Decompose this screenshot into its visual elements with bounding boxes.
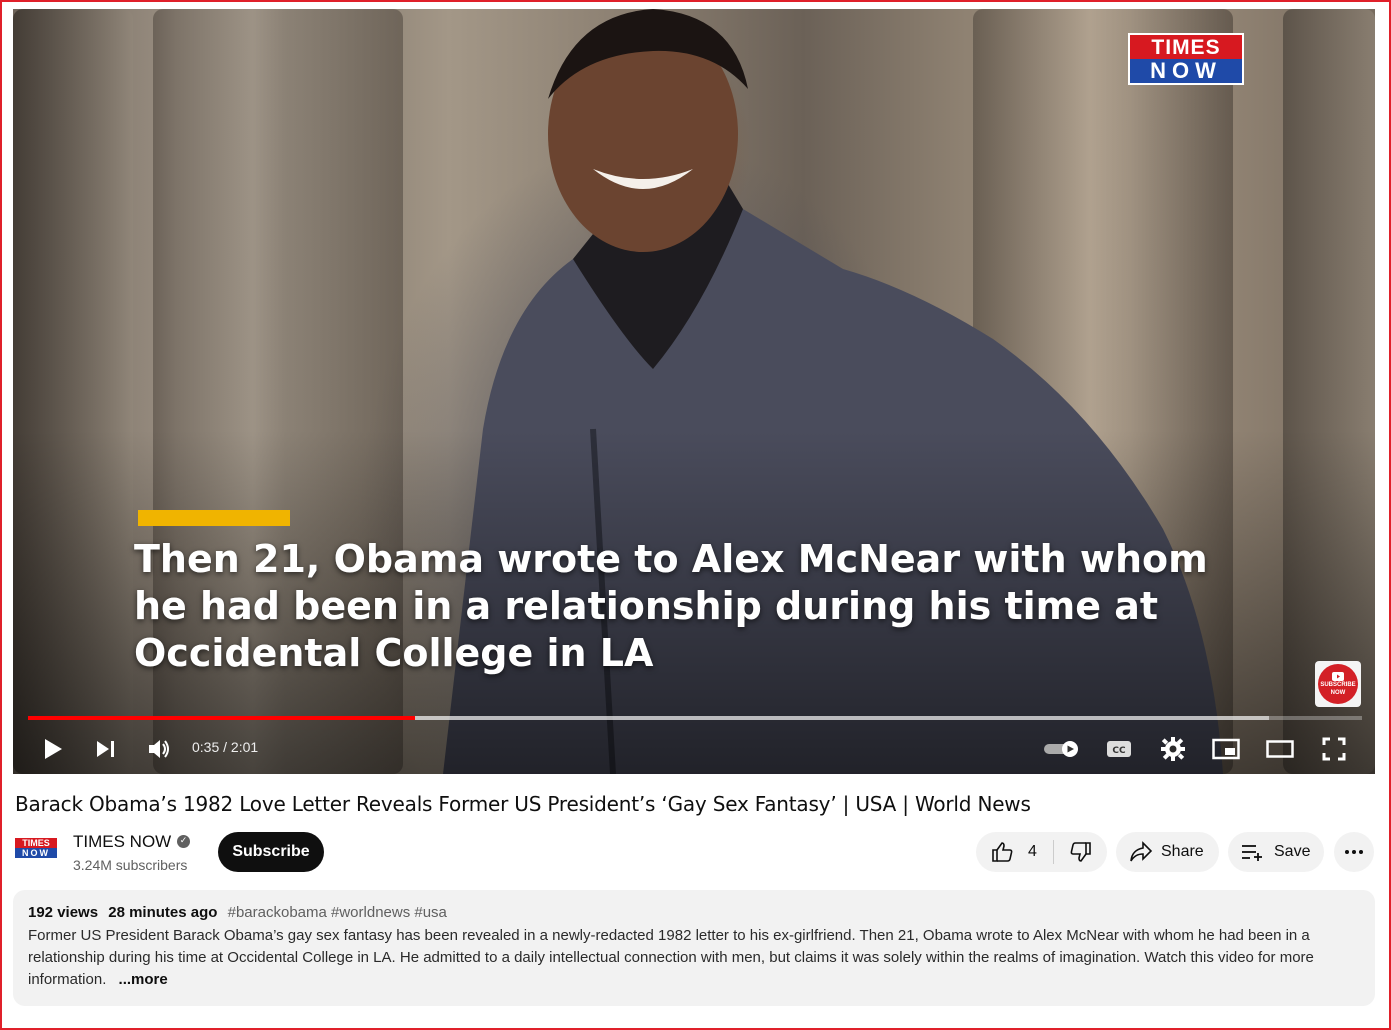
channel-name[interactable]: TIMES NOW	[73, 832, 171, 852]
subscribe-watermark-icon: SUBSCRIBE NOW	[1318, 664, 1358, 704]
thumbs-up-icon	[992, 842, 1013, 862]
time-display: 0:35 / 2:01	[192, 739, 259, 755]
logo-line-1: TIMES	[1130, 35, 1242, 59]
upload-age: 28 minutes ago	[108, 904, 218, 921]
theater-mode-icon[interactable]	[1266, 735, 1294, 763]
settings-gear-icon[interactable]	[1159, 735, 1187, 763]
more-dots-icon	[1345, 850, 1363, 854]
next-icon[interactable]	[92, 735, 120, 763]
youtube-play-icon	[1332, 671, 1344, 681]
view-count: 192 views	[28, 904, 99, 921]
video-player[interactable]: TIMES NOW Then 21, Obama wrote to Alex M…	[13, 9, 1375, 774]
description-meta: 192 views 28 minutes ago #barackobama #w…	[28, 904, 1360, 921]
dislike-button[interactable]	[1054, 832, 1107, 872]
share-arrow-icon	[1130, 841, 1153, 862]
hashtags[interactable]: #barackobama #worldnews #usa	[228, 904, 447, 921]
show-more-link[interactable]: ...more	[119, 971, 168, 988]
description-text-block: Former US President Barack Obama’s gay s…	[28, 925, 1364, 991]
more-actions-button[interactable]	[1334, 832, 1374, 872]
share-label: Share	[1161, 843, 1204, 860]
video-title: Barack Obama’s 1982 Love Letter Reveals …	[15, 792, 1031, 816]
progress-bar[interactable]	[28, 716, 1362, 720]
channel-avatar[interactable]: TIMES NOW	[15, 838, 57, 862]
badge-line-2: NOW	[1330, 689, 1346, 696]
volume-icon[interactable]	[145, 735, 173, 763]
autoplay-toggle-icon[interactable]	[1043, 735, 1081, 763]
caption-accent-bar	[138, 510, 290, 526]
progress-played	[28, 716, 415, 720]
logo-line-2: NOW	[1130, 59, 1242, 83]
save-button[interactable]: Save	[1228, 832, 1324, 872]
share-button[interactable]: Share	[1116, 832, 1219, 872]
fullscreen-icon[interactable]	[1320, 735, 1348, 763]
add-to-playlist-icon	[1242, 845, 1262, 861]
subscribe-button[interactable]: Subscribe	[218, 832, 324, 872]
subscriber-count: 3.24M subscribers	[73, 857, 188, 873]
badge-line-1: SUBSCRIBE	[1320, 681, 1356, 688]
thumbs-down-icon	[1070, 842, 1091, 862]
verified-check-icon: ✓	[177, 835, 190, 848]
times-now-logo: TIMES NOW	[1128, 33, 1244, 85]
svg-text:CC: CC	[1112, 746, 1126, 756]
player-controls: 0:35 / 2:01 CC	[13, 723, 1375, 773]
play-icon[interactable]	[39, 735, 67, 763]
cc-icon[interactable]: CC	[1105, 735, 1133, 763]
channel-row: TIMES NOW TIMES NOW ✓ 3.24M subscribers …	[15, 832, 1377, 874]
description-text: Former US President Barack Obama’s gay s…	[28, 927, 1314, 988]
like-button[interactable]: 4	[976, 832, 1053, 872]
save-label: Save	[1274, 843, 1311, 860]
like-count: 4	[1028, 843, 1037, 860]
subscribe-watermark-badge[interactable]: SUBSCRIBE NOW	[1315, 661, 1361, 707]
miniplayer-icon[interactable]	[1212, 735, 1240, 763]
description-box[interactable]: 192 views 28 minutes ago #barackobama #w…	[13, 890, 1375, 1006]
video-caption: Then 21, Obama wrote to Alex McNear with…	[134, 537, 1208, 675]
avatar-line-2: NOW	[15, 848, 57, 858]
like-dislike-group: 4	[976, 832, 1107, 872]
avatar-line-1: TIMES	[15, 838, 57, 848]
